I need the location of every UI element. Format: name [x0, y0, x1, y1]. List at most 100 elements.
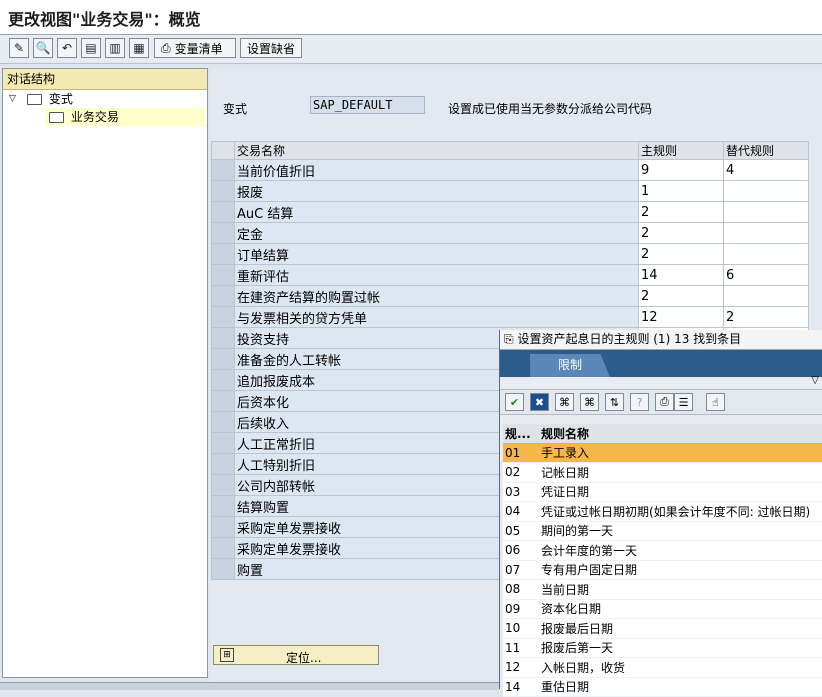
rule-row[interactable]: 05 期间的第一天 — [503, 521, 822, 541]
select-all-cell[interactable] — [211, 141, 235, 160]
table-row: 报废 1 — [211, 180, 809, 202]
collapse-icon[interactable]: ▽ — [811, 375, 819, 386]
variant-list-button[interactable]: ⎙ 变量清单 — [154, 38, 236, 58]
rule-row[interactable]: 11 报废后第一天 — [503, 638, 822, 658]
alt-rule-field[interactable] — [723, 243, 809, 265]
main-rule-field[interactable]: 1 — [638, 180, 724, 202]
variant-field[interactable]: SAP_DEFAULT — [310, 96, 425, 114]
col-header-code[interactable]: 规... — [503, 424, 539, 444]
select-all-icon[interactable]: ▤ — [81, 38, 101, 58]
variant-list-label: 变量清单 — [174, 41, 223, 56]
transaction-name: 订单结算 — [234, 243, 639, 265]
locate-icon: ⊞ — [220, 648, 234, 662]
rule-code: 05 — [503, 521, 539, 541]
rule-row[interactable]: 12 入帐日期，收货 — [503, 657, 822, 678]
main-rule-field[interactable]: 2 — [638, 201, 724, 223]
row-selector[interactable] — [211, 180, 235, 202]
rule-row[interactable]: 03 凭证日期 — [503, 482, 822, 502]
row-selector[interactable] — [211, 495, 235, 517]
row-selector[interactable] — [211, 243, 235, 265]
main-rule-field[interactable]: 2 — [638, 222, 724, 244]
alt-rule-field[interactable] — [723, 180, 809, 202]
main-rule-field[interactable]: 2 — [638, 243, 724, 265]
set-default-button[interactable]: 设置缺省 — [240, 38, 302, 58]
locate-button[interactable]: ⊞ 定位... — [213, 645, 379, 665]
row-selector[interactable] — [211, 159, 235, 181]
hand-icon[interactable]: ☝ — [706, 393, 725, 411]
alt-rule-field[interactable] — [723, 222, 809, 244]
rule-row[interactable]: 09 资本化日期 — [503, 599, 822, 619]
main-rule-field[interactable]: 2 — [638, 285, 724, 307]
row-selector[interactable] — [211, 537, 235, 559]
select-block-icon[interactable]: ▥ — [105, 38, 125, 58]
variant-description: 设置成已使用当无参数分派给公司代码 — [448, 102, 653, 116]
row-selector[interactable] — [211, 369, 235, 391]
table-header-row: 交易名称 主规则 替代规则 — [211, 141, 809, 160]
set-default-label: 设置缺省 — [247, 41, 296, 56]
alt-rule-field[interactable]: 6 — [723, 264, 809, 286]
row-selector[interactable] — [211, 474, 235, 496]
list-icon[interactable]: ☰ — [674, 393, 693, 411]
alt-rule-field[interactable]: 4 — [723, 159, 809, 181]
row-selector[interactable] — [211, 222, 235, 244]
rule-list: 规... 规则名称 01 手工录入 02 记帐日期 03 凭证日期 04 凭证或过帐日期初期(… — [503, 424, 822, 697]
col-header-rule-name[interactable]: 规则名称 — [539, 424, 822, 444]
col-header-main-rule[interactable]: 主规则 — [638, 141, 724, 160]
rule-row[interactable]: 07 专有用户固定日期 — [503, 560, 822, 580]
alt-rule-field[interactable]: 2 — [723, 306, 809, 328]
col-header-alt-rule[interactable]: 替代规则 — [723, 141, 809, 160]
print-icon[interactable]: ⎙ — [655, 393, 674, 411]
window-title: 更改视图"业务交易"：概览 — [8, 10, 201, 29]
locate-label: 定位... — [286, 651, 322, 665]
rule-row[interactable]: 02 记帐日期 — [503, 462, 822, 483]
deselect-all-icon[interactable]: ▦ — [129, 38, 149, 58]
alt-rule-field[interactable] — [723, 201, 809, 223]
rule-code: 06 — [503, 540, 539, 561]
rule-row[interactable]: 04 凭证或过帐日期初期(如果会计年度不同: 过帐日期) — [503, 501, 822, 522]
rule-code: 03 — [503, 482, 539, 502]
row-selector[interactable] — [211, 432, 235, 454]
tab-restrictions[interactable]: 限制 — [530, 354, 610, 377]
main-rule-field[interactable]: 9 — [638, 159, 724, 181]
row-selector[interactable] — [211, 201, 235, 223]
col-header-name[interactable]: 交易名称 — [234, 141, 639, 160]
tree-item-business-transaction[interactable]: 业务交易 — [3, 108, 207, 126]
edit-pencil-icon[interactable]: ✎ — [9, 38, 29, 58]
main-rule-field[interactable]: 12 — [638, 306, 724, 328]
row-selector[interactable] — [211, 390, 235, 412]
binoculars-icon[interactable]: ⌘ — [555, 393, 574, 411]
rule-row[interactable]: 14 重估日期 — [503, 677, 822, 697]
row-selector[interactable] — [211, 327, 235, 349]
rule-code: 11 — [503, 638, 539, 658]
row-selector[interactable] — [211, 285, 235, 307]
row-selector[interactable] — [211, 558, 235, 580]
tree-item-variant[interactable]: ▽ 变式 — [3, 90, 207, 108]
rule-code: 10 — [503, 618, 539, 639]
undo-icon[interactable]: ↶ — [57, 38, 77, 58]
rule-row[interactable]: 06 会计年度的第一天 — [503, 540, 822, 561]
print-icon: ⎙ — [161, 40, 171, 55]
transaction-name: 重新评估 — [234, 264, 639, 286]
row-selector[interactable] — [211, 306, 235, 328]
sort-icon[interactable]: ⇅ — [605, 393, 624, 411]
display-icon[interactable]: 🔍 — [33, 38, 53, 58]
row-selector[interactable] — [211, 264, 235, 286]
rule-row[interactable]: 01 手工录入 — [503, 443, 822, 463]
confirm-icon[interactable]: ✔ — [505, 393, 524, 411]
find-next-icon[interactable]: ⌘ — [580, 393, 599, 411]
alt-rule-field[interactable] — [723, 285, 809, 307]
dialog-structure-tree: 对话结构 ▽ 变式 业务交易 — [2, 68, 208, 678]
table-row: 在建资产结算的购置过帐 2 — [211, 285, 809, 307]
rule-row[interactable]: 10 报废最后日期 — [503, 618, 822, 639]
row-selector[interactable] — [211, 411, 235, 433]
rule-row[interactable]: 08 当前日期 — [503, 579, 822, 600]
transaction-name: 报废 — [234, 180, 639, 202]
cancel-icon[interactable]: ✖ — [530, 393, 549, 411]
row-selector[interactable] — [211, 453, 235, 475]
row-selector[interactable] — [211, 348, 235, 370]
tree-item-label: 业务交易 — [70, 110, 119, 124]
transaction-name: AuC 结算 — [234, 201, 639, 223]
main-rule-field[interactable]: 14 — [638, 264, 724, 286]
row-selector[interactable] — [211, 516, 235, 538]
expand-triangle-icon[interactable]: ▽ — [9, 90, 16, 108]
